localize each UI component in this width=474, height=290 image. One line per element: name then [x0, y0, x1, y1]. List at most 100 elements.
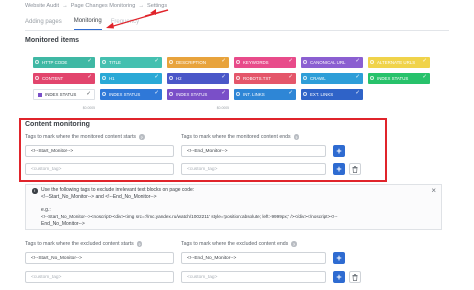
chip-label: TITLE — [109, 60, 121, 65]
check-icon: ✓ — [87, 74, 92, 80]
monitored-item-chip[interactable]: INDEX STATUS ✓ — [33, 89, 95, 100]
chip-label: INDEX STATUS — [377, 76, 409, 81]
monitored-item-chip[interactable]: INDEX STATUS ✓ — [368, 73, 430, 84]
chip-label: ROBOTS.TXT — [243, 76, 272, 81]
check-icon: ✓ — [86, 91, 91, 97]
help-icon[interactable]: ? — [139, 134, 145, 140]
trash-icon — [352, 165, 358, 173]
info-line-3: e.g.: — [41, 207, 51, 213]
info-icon: ! — [32, 188, 38, 194]
eye-icon — [236, 76, 240, 80]
monitored-items-title: Monitored items — [25, 37, 80, 44]
plus-icon: + — [336, 252, 342, 263]
monitored-item-chip[interactable]: CONTENT ✓ — [33, 73, 95, 84]
chip-label: INT. LINKS — [243, 92, 265, 97]
monitored-item-chip[interactable]: H2 ✓ — [167, 73, 229, 84]
info-line-1: Use the following tags to exclude irrele… — [41, 187, 195, 193]
monitored-item-chip[interactable]: ROBOTS.TXT ✓ — [234, 73, 296, 84]
end-tags-label: Tags to mark where the monitored content… — [181, 134, 300, 140]
chip-label: H2 — [176, 76, 182, 81]
monitored-item-chip[interactable]: TITLE ✓ — [100, 57, 162, 68]
check-icon: ✓ — [221, 58, 226, 64]
monitored-item-chip[interactable]: INDEX STATUS ✓ — [100, 89, 162, 100]
excluded-custom-start-input[interactable]: <custom_tag> — [25, 271, 174, 283]
check-icon: ✓ — [422, 74, 427, 80]
excluded-custom-end-input[interactable]: <custom_tag> — [181, 271, 326, 283]
check-icon: ✓ — [355, 74, 360, 80]
custom-end-tag-input[interactable]: <custom_tag> — [181, 163, 326, 175]
add-excluded-tag-button[interactable]: + — [333, 252, 345, 264]
monitored-item-chip[interactable]: HTTP CODE ✓ — [33, 57, 95, 68]
plus-icon: + — [336, 271, 342, 282]
check-icon: ✓ — [355, 58, 360, 64]
chip-price — [100, 106, 162, 110]
chip-price: $0.0005 — [82, 106, 95, 110]
chip-label: HTTP CODE — [42, 60, 68, 65]
chip-label: INDEX STATUS — [176, 92, 208, 97]
eye-icon — [236, 92, 240, 96]
check-icon: ✓ — [288, 74, 293, 80]
excluded-start-label: Tags to mark where the excluded content … — [25, 241, 143, 247]
chip-label: ALTERNATE URLS — [377, 60, 416, 65]
tab-adding-pages[interactable]: Adding pages — [25, 16, 65, 30]
breadcrumb-item-settings: Settings — [146, 3, 168, 9]
eye-icon — [303, 60, 307, 64]
help-icon[interactable]: ? — [136, 241, 143, 247]
breadcrumb-item-website-audit[interactable]: Website Audit — [25, 3, 59, 9]
close-icon[interactable]: × — [431, 186, 436, 195]
check-icon: ✓ — [422, 58, 427, 64]
eye-icon — [169, 92, 173, 96]
add-excluded-custom-button[interactable]: + — [333, 271, 345, 283]
check-icon: ✓ — [221, 74, 226, 80]
monitored-item-chip[interactable]: KEYWORDS ✓ — [234, 57, 296, 68]
monitored-item-chip[interactable]: ALTERNATE URLS ✓ — [368, 57, 430, 68]
tab-frequency[interactable]: Frequency — [111, 16, 142, 30]
add-tag-button[interactable]: + — [333, 145, 345, 157]
info-line-2: <!--Start_No_Monitor--> and <!--End_No_M… — [41, 194, 157, 200]
start-tag-input[interactable]: <!--Start_Monitor--> — [25, 145, 174, 157]
monitored-item-chip[interactable]: EXT. LINKS ✓ — [301, 89, 363, 100]
monitored-item-chip[interactable]: INDEX STATUS ✓ — [167, 89, 229, 100]
excluded-start-tag-input[interactable]: <!--Start_No_Monitor--> — [25, 252, 174, 264]
monitored-item-chip[interactable]: INT. LINKS ✓ — [234, 89, 296, 100]
add-custom-tag-button[interactable]: + — [333, 163, 345, 175]
excluded-end-tag-input[interactable]: <!--End_No_Monitor--> — [181, 252, 326, 264]
eye-icon — [102, 76, 106, 80]
excluded-end-label-text: Tags to mark where the excluded content … — [181, 241, 289, 247]
eye-icon — [102, 92, 106, 96]
help-icon[interactable]: ? — [291, 241, 297, 247]
monitored-item-chip[interactable]: H1 ✓ — [100, 73, 162, 84]
breadcrumb-item-page-changes[interactable]: Page Changes Monitoring — [71, 3, 136, 9]
chip-label: DESCRIPTION — [176, 60, 207, 65]
monitored-item-chip[interactable]: CRAWL ✓ — [301, 73, 363, 84]
help-icon[interactable]: ? — [293, 134, 300, 140]
delete-tag-button[interactable] — [349, 163, 361, 175]
check-icon: ✓ — [154, 74, 159, 80]
eye-icon — [303, 76, 307, 80]
chip-price — [301, 106, 363, 110]
end-tag-input[interactable]: <!--End_Monitor--> — [181, 145, 326, 157]
eye-icon — [35, 60, 39, 64]
chip-label: INDEX STATUS — [109, 92, 141, 97]
monitored-item-chip[interactable]: DESCRIPTION ✓ — [167, 57, 229, 68]
custom-start-tag-input[interactable]: <custom_tag> — [25, 163, 174, 175]
check-icon: ✓ — [288, 90, 293, 96]
eye-icon — [35, 76, 39, 80]
check-icon: ✓ — [154, 90, 159, 96]
delete-excluded-tag-button[interactable] — [349, 271, 361, 283]
trash-icon — [352, 273, 358, 281]
monitored-item-chip[interactable]: CANONICAL URL ✓ — [301, 57, 363, 68]
tab-monitoring[interactable]: Monitoring — [73, 15, 102, 30]
chip-label: KEYWORDS — [243, 60, 269, 65]
eye-icon — [169, 76, 173, 80]
info-line-4: <!--Start_No_Monitor--><noscript><div><i… — [41, 214, 338, 219]
eye-icon — [370, 76, 374, 80]
monitored-items-grid: HTTP CODE ✓ TITLE ✓ DESCRIPTION ✓ KEYWORDS ✓ CAN… — [33, 57, 438, 100]
check-icon: ✓ — [288, 58, 293, 64]
chip-price — [368, 106, 430, 110]
check-icon: ✓ — [355, 90, 360, 96]
content-monitoring-title: Content monitoring — [25, 121, 90, 128]
arrow-right-icon: → — [62, 3, 68, 9]
breadcrumb: Website Audit → Page Changes Monitoring … — [25, 3, 167, 9]
plus-icon: + — [336, 145, 342, 156]
